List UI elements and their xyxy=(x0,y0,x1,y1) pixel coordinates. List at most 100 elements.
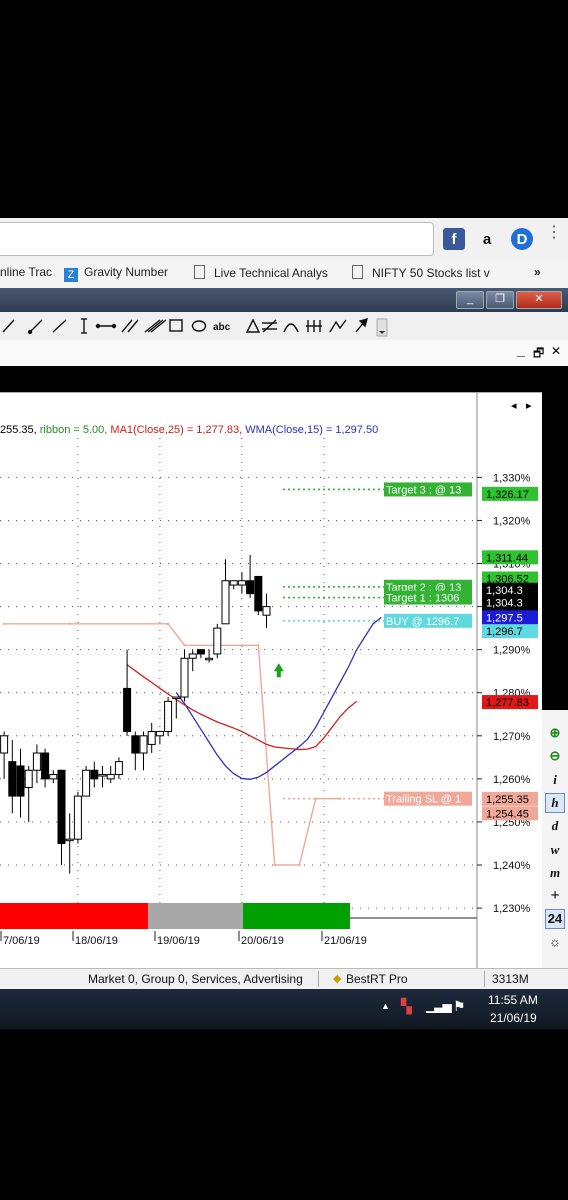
address-bar[interactable] xyxy=(0,222,434,256)
window-restore-button[interactable]: ❐ xyxy=(486,291,514,309)
ribbon-segment xyxy=(243,903,350,929)
candle-body xyxy=(98,774,107,777)
clock-date[interactable]: 21/06/19 xyxy=(490,1011,537,1025)
triangle-tool-icon[interactable] xyxy=(245,318,261,333)
ellipse-tool-icon[interactable] xyxy=(191,320,207,332)
target-label: Trailing SL @ 1 xyxy=(386,794,461,806)
target-label: BUY @ 1296.7 xyxy=(386,616,459,628)
trailing-stop-point xyxy=(166,622,170,626)
candle-body xyxy=(82,769,91,797)
andrews-pitchfork-tool-icon[interactable] xyxy=(144,319,167,333)
bookmark-live-technical[interactable]: Live Technical Analys xyxy=(194,265,340,280)
flag-icon[interactable]: ⚑ xyxy=(453,998,466,1015)
scroll-left-icon[interactable]: ◂ xyxy=(511,400,517,412)
settings-sun-icon[interactable]: ☼ xyxy=(545,932,565,952)
candle-body xyxy=(180,657,189,698)
candle-body xyxy=(41,752,50,780)
candle-body xyxy=(246,580,255,595)
show-hidden-icons[interactable]: ▲ xyxy=(381,1001,390,1011)
candle-body xyxy=(49,774,58,780)
trailing-stop-point xyxy=(2,622,6,626)
bookmark-label: nline Trac xyxy=(0,265,53,279)
amazon-extension-icon[interactable]: a xyxy=(476,228,498,250)
zoom-out-icon[interactable]: ⊖ xyxy=(545,746,565,766)
price-marker-label: 1,296.7 xyxy=(486,626,523,638)
24h-button[interactable]: 24 xyxy=(545,909,565,929)
window-close-button[interactable]: ✕ xyxy=(516,291,562,309)
price-marker-label: 1,277.83 xyxy=(486,697,529,709)
status-market-info: Market 0, Group 0, Services, Advertising xyxy=(88,972,303,986)
ma-line-wma xyxy=(175,616,382,780)
candle-body xyxy=(221,580,230,625)
gann-tool-icon[interactable] xyxy=(306,320,322,332)
status-divider xyxy=(484,971,485,987)
horizontal-line-tool-icon[interactable] xyxy=(95,323,117,329)
chart-window-bar: _ 🗗 ✕ xyxy=(0,340,568,366)
daily-period-button[interactable]: d xyxy=(545,816,565,836)
info-button[interactable]: i xyxy=(545,770,565,790)
trailing-stop-point xyxy=(273,863,276,867)
more-bookmarks-button[interactable]: » xyxy=(534,265,548,279)
candle-body xyxy=(90,769,99,780)
zoom-in-icon[interactable]: ⊕ xyxy=(545,723,565,743)
scroll-right-icon[interactable]: ▸ xyxy=(526,400,532,412)
window-minimize-button[interactable]: _ xyxy=(456,291,484,309)
trailing-stop-point xyxy=(68,622,71,626)
chart-restore-button[interactable]: 🗗 xyxy=(533,344,544,365)
vertical-line-tool-icon[interactable] xyxy=(81,318,87,334)
arc-tool-icon[interactable] xyxy=(283,323,299,333)
text-tool-icon[interactable]: abc xyxy=(213,322,231,333)
zigzag-tool-icon[interactable] xyxy=(329,319,347,333)
price-marker-label: 1,254.45 xyxy=(486,808,529,820)
bookmarks-bar: nline Trac Z Gravity Number Live Technica… xyxy=(0,260,568,289)
legend-part: WMA(Close,15) = 1,297.50 xyxy=(245,424,378,436)
status-plugin: BestRT Pro xyxy=(346,972,408,986)
chart-minimize-button[interactable]: _ xyxy=(517,342,525,358)
candle-body xyxy=(254,575,263,612)
candle-body xyxy=(57,769,66,844)
candle-body xyxy=(106,774,115,780)
toolbar-overflow-icon[interactable] xyxy=(376,318,388,337)
buy-arrow-icon xyxy=(273,663,284,678)
price-marker-label: 1,304.3 xyxy=(486,598,523,610)
legend-part: MA1(Close,25) = 1,277.83, xyxy=(110,424,245,436)
bookmark-nifty-50[interactable]: NIFTY 50 Stocks list v xyxy=(352,265,512,280)
pointer-tool-icon[interactable] xyxy=(355,317,369,333)
clock-time[interactable]: 11:55 AM xyxy=(488,993,538,1007)
trailing-stop-point xyxy=(240,644,244,647)
browser-menu-icon[interactable]: ⋮ xyxy=(546,225,562,241)
weekly-period-button[interactable]: w xyxy=(545,840,565,860)
network-signal-icon[interactable]: ▁▃▅ xyxy=(426,999,452,1013)
windows-taskbar: ▲ ▚ ▁▃▅ ⚑ 11:55 AM 21/06/19 xyxy=(0,989,568,1029)
ray-tool-icon[interactable] xyxy=(27,319,43,335)
candle-body xyxy=(16,765,25,797)
price-chart[interactable]: 255.35, ribbon = 5.00, MA1(Close,25) = 1… xyxy=(0,393,542,968)
price-chart-panel[interactable]: 255.35, ribbon = 5.00, MA1(Close,25) = 1… xyxy=(0,392,542,968)
candle-body xyxy=(65,838,74,842)
candle-body xyxy=(164,700,173,732)
rectangle-tool-icon[interactable] xyxy=(169,319,183,332)
bookmark-gravity-number[interactable]: Z Gravity Number xyxy=(64,265,184,282)
trailing-stop-point xyxy=(298,863,301,867)
monthly-period-button[interactable]: m xyxy=(545,863,565,883)
tray-app-icon[interactable]: ▚ xyxy=(401,998,412,1015)
x-tick-label: 19/06/19 xyxy=(157,935,200,947)
candle-body xyxy=(205,657,214,661)
trailing-stop-point xyxy=(183,644,186,647)
candle-body xyxy=(73,795,82,840)
candle-body xyxy=(147,730,156,745)
hourly-period-button[interactable]: h xyxy=(545,793,565,813)
crosshair-button[interactable]: + xyxy=(545,886,565,906)
fibonacci-tool-icon[interactable] xyxy=(262,319,277,333)
y-tick-label: 1,270% xyxy=(493,731,531,743)
line-tool-icon[interactable] xyxy=(2,319,15,333)
facebook-extension-icon[interactable]: f xyxy=(443,228,465,250)
extended-line-tool-icon[interactable] xyxy=(52,319,67,333)
parallel-lines-tool-icon[interactable] xyxy=(121,319,139,333)
y-tick-label: 1,330% xyxy=(493,472,531,484)
extension-d-icon[interactable]: D xyxy=(511,228,533,250)
x-tick-label: 21/06/19 xyxy=(324,935,367,947)
chart-close-button[interactable]: ✕ xyxy=(551,344,561,358)
candle-body xyxy=(131,735,140,754)
bookmark-online-trading[interactable]: nline Trac xyxy=(0,265,54,279)
